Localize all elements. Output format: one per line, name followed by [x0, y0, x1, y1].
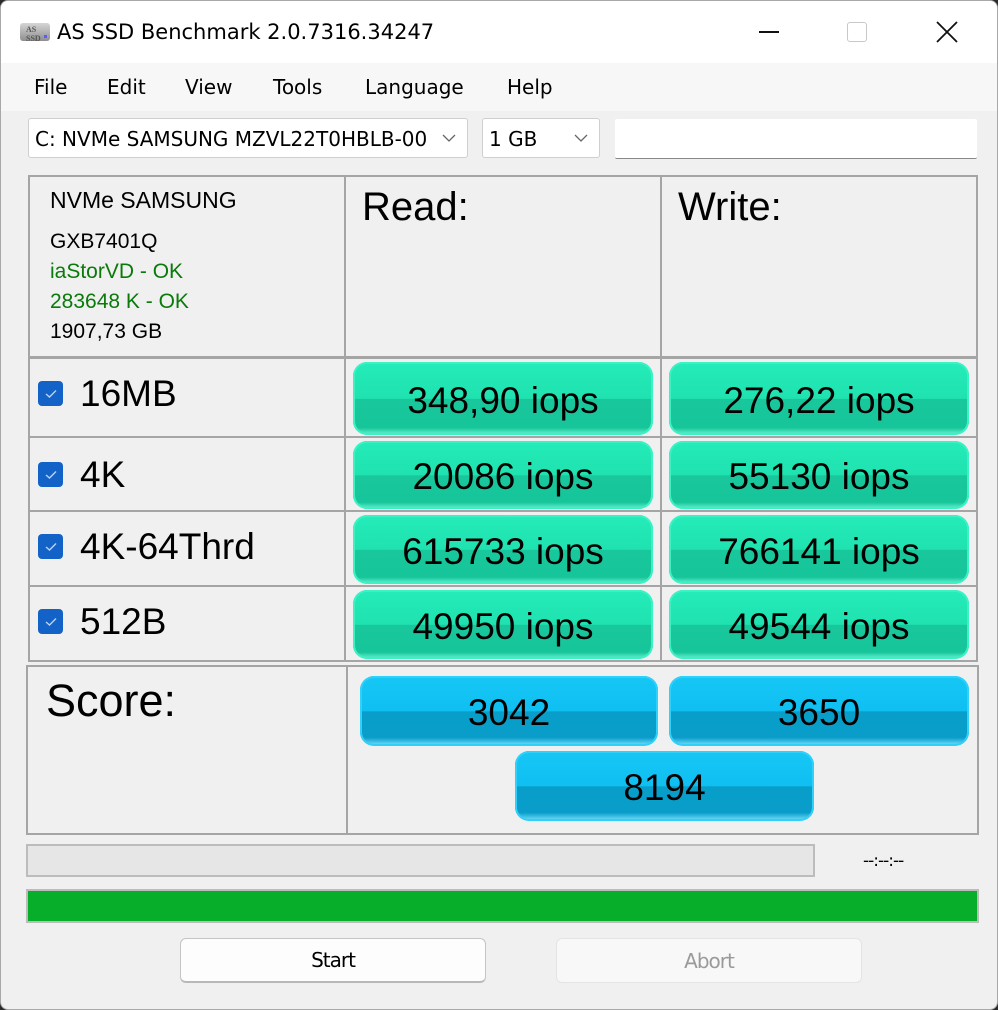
menu-language[interactable]: Language: [365, 75, 464, 99]
start-button[interactable]: Start: [180, 938, 486, 983]
read-column-header: Read:: [362, 185, 469, 229]
test-row-label-cell: 512B: [28, 585, 346, 662]
app-window: AS SSD AS SSD Benchmark 2.0.7316.34247 F…: [0, 0, 998, 1010]
info-text-field[interactable]: [615, 119, 977, 159]
test-row-label-cell: 4K: [28, 436, 346, 512]
elapsed-time: --:--:--: [863, 851, 904, 871]
total-score: 8194: [515, 751, 814, 821]
menu-help[interactable]: Help: [507, 75, 553, 99]
test-size-value: 1 GB: [489, 127, 538, 151]
window-title: AS SSD Benchmark 2.0.7316.34247: [57, 20, 435, 44]
alignment-status: 283648 K - OK: [50, 290, 189, 313]
write-score-value: 3650: [777, 692, 861, 733]
write-result-value: 55130 iops: [728, 456, 910, 497]
test-progress-bar: [26, 844, 815, 877]
write-result: 49544 iops: [669, 590, 969, 659]
read-score-value: 3042: [467, 692, 551, 733]
test-label: 4K-64Thrd: [80, 526, 255, 567]
menu-tools[interactable]: Tools: [273, 75, 322, 99]
test-label: 512B: [80, 601, 167, 642]
write-result-value: 276,22 iops: [723, 379, 915, 421]
app-icon-text: AS SSD: [26, 25, 41, 43]
checkmark-icon: [45, 542, 56, 551]
write-result: 766141 iops: [669, 515, 969, 584]
chevron-down-icon: [442, 134, 456, 142]
test-checkbox[interactable]: [38, 609, 63, 634]
read-header-cell: Read:: [344, 175, 662, 358]
read-score: 3042: [360, 676, 658, 746]
test-label: 16MB: [80, 373, 177, 414]
read-result-value: 20086 iops: [412, 456, 594, 497]
test-size-select[interactable]: 1 GB: [482, 118, 600, 158]
maximize-button[interactable]: [811, 1, 903, 63]
drive-name: NVMe SAMSUNG: [50, 187, 237, 213]
drive-select[interactable]: C: NVMe SAMSUNG MZVL22T0HBLB-00: [28, 118, 468, 158]
read-result: 49950 iops: [353, 590, 653, 659]
test-checkbox[interactable]: [38, 462, 63, 487]
write-result-value: 49544 iops: [728, 605, 910, 647]
read-result-value: 49950 iops: [412, 605, 594, 647]
test-row-label-cell: 4K-64Thrd: [28, 510, 346, 587]
menu-view[interactable]: View: [185, 75, 232, 99]
write-result: 55130 iops: [669, 441, 969, 509]
test-row-label-cell: 16MB: [28, 357, 346, 438]
checkmark-icon: [45, 389, 56, 398]
drive-firmware: GXB7401Q: [50, 230, 158, 253]
checkmark-icon: [45, 470, 56, 479]
menu-file[interactable]: File: [34, 75, 67, 99]
drive-capacity: 1907,73 GB: [50, 320, 163, 343]
write-result-value: 766141 iops: [718, 530, 920, 572]
read-result-value: 348,90 iops: [407, 379, 599, 421]
drive-info-panel: NVMe SAMSUNG GXB7401Q iaStorVD - OK 2836…: [28, 175, 346, 358]
close-button[interactable]: [901, 1, 993, 63]
score-label: Score:: [46, 675, 177, 726]
read-result: 20086 iops: [353, 441, 653, 509]
maximize-icon: [847, 22, 867, 42]
ssd-drive-icon: AS SSD: [20, 21, 50, 43]
test-checkbox[interactable]: [38, 381, 63, 406]
write-score: 3650: [669, 676, 969, 746]
write-header-cell: Write:: [660, 175, 978, 358]
abort-button[interactable]: Abort: [556, 938, 862, 983]
write-column-header: Write:: [678, 185, 782, 229]
score-label-cell: Score:: [26, 665, 348, 835]
menu-bar: File Edit View Tools Language Help: [1, 63, 997, 111]
drive-select-value: C: NVMe SAMSUNG MZVL22T0HBLB-00: [35, 127, 428, 151]
write-result: 276,22 iops: [669, 362, 969, 435]
driver-status: iaStorVD - OK: [50, 260, 184, 283]
read-result: 348,90 iops: [353, 362, 653, 435]
overall-progress-bar: [26, 889, 979, 923]
read-result: 615733 iops: [353, 515, 653, 584]
minimize-button[interactable]: [723, 1, 815, 63]
chevron-down-icon: [574, 134, 588, 142]
title-bar: AS SSD AS SSD Benchmark 2.0.7316.34247: [1, 1, 997, 63]
close-icon: [936, 21, 958, 43]
test-checkbox[interactable]: [38, 534, 63, 559]
checkmark-icon: [45, 617, 56, 626]
total-score-value: 8194: [623, 767, 706, 808]
menu-edit[interactable]: Edit: [107, 75, 146, 99]
read-result-value: 615733 iops: [402, 530, 604, 572]
minimize-icon: [759, 31, 779, 33]
overall-progress-fill: [28, 891, 977, 921]
test-label: 4K: [80, 454, 126, 495]
